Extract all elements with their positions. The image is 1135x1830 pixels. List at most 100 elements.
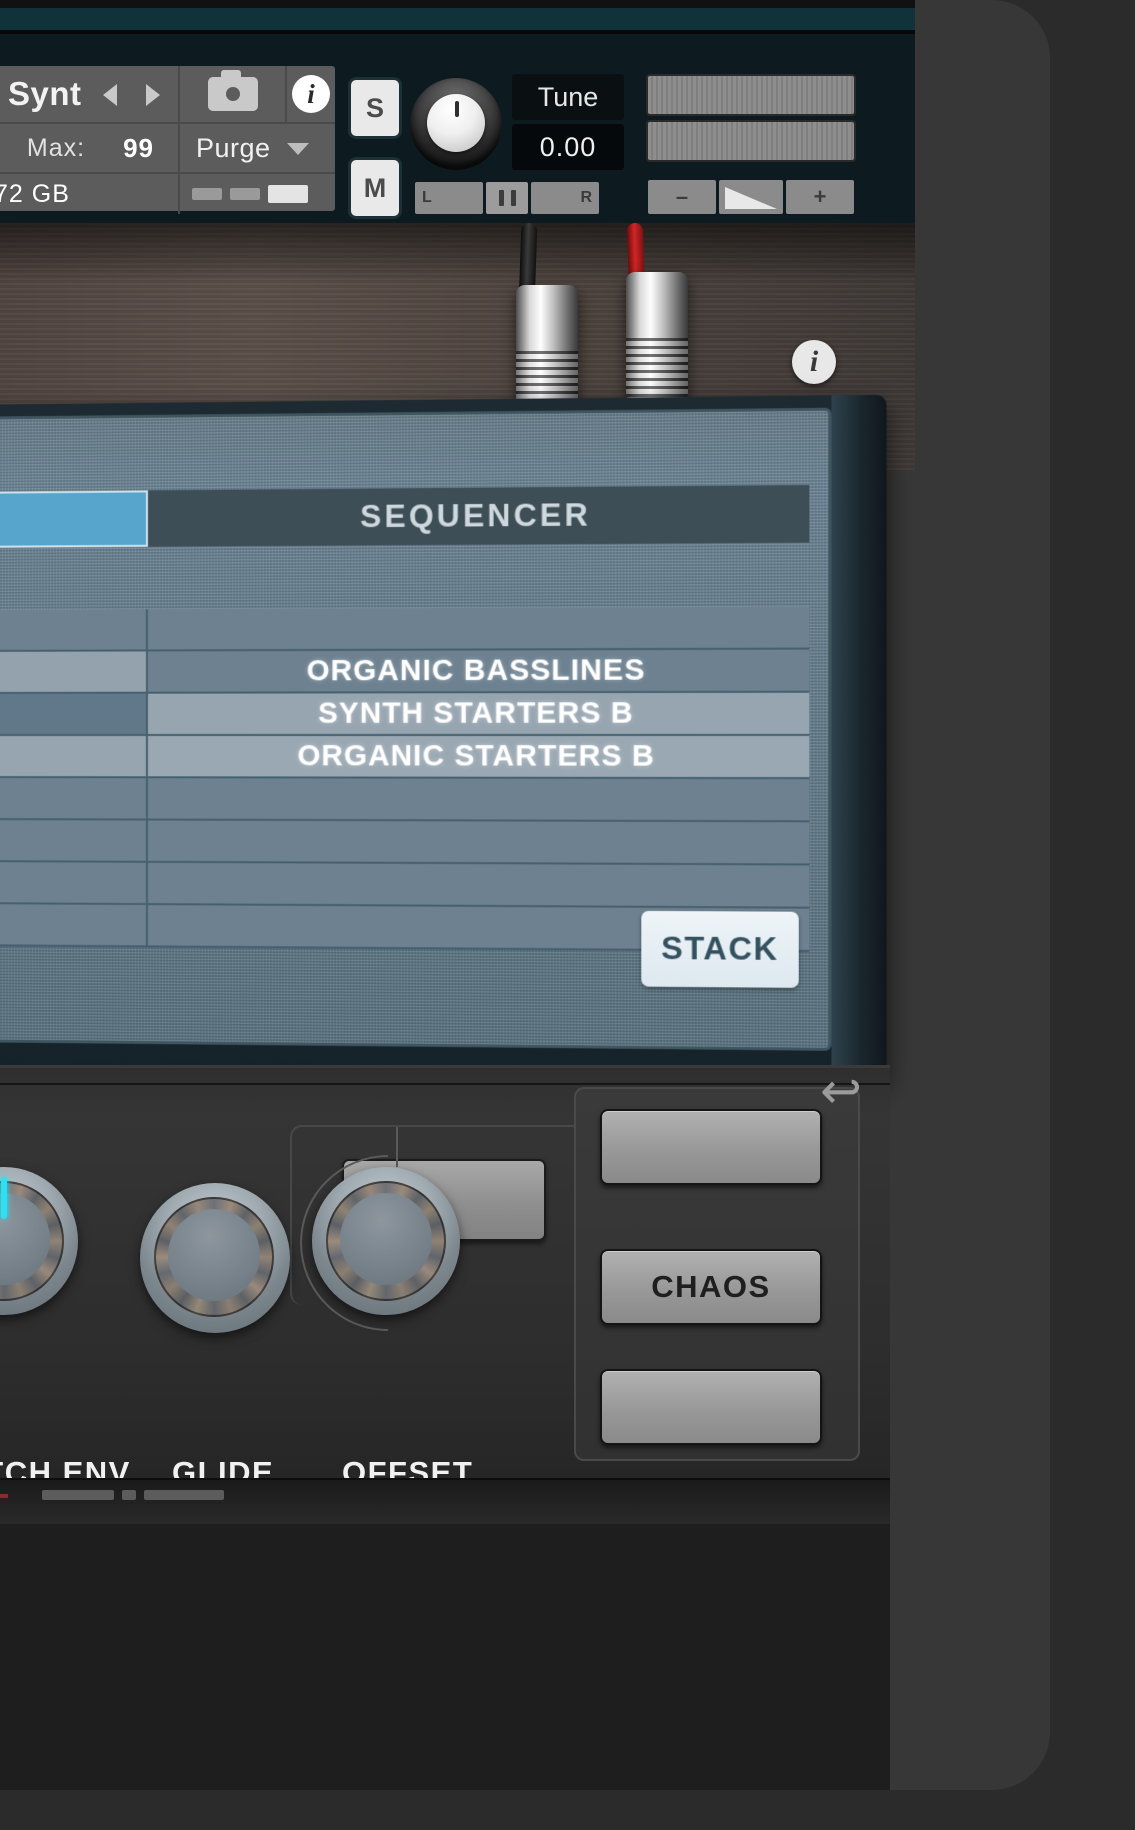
jack-rings <box>626 338 688 402</box>
instrument-info-block: Synt Max: 99 72 GB i Purge <box>0 66 335 214</box>
status-strip <box>0 1478 890 1526</box>
control-panel: PITCH ENV GLIDE OFFSET CHAOS <box>0 1065 890 1480</box>
chaos-panel: CHAOS <box>574 1087 860 1461</box>
volume-increase-button[interactable]: + <box>786 180 854 214</box>
instrument-info-button[interactable]: i <box>287 66 335 124</box>
max-value: 99 <box>123 132 154 163</box>
desk-shadow <box>0 223 915 283</box>
chaos-button[interactable]: CHAOS <box>600 1249 822 1325</box>
instrument-nav[interactable] <box>88 80 174 110</box>
sequencer-row[interactable] <box>0 820 810 866</box>
tune-label: Tune <box>537 81 599 112</box>
output-meter-left <box>648 76 854 114</box>
status-red-marker <box>0 1494 8 1498</box>
header-top-line <box>0 0 915 8</box>
screenshot-root: Synt Max: 99 72 GB i Purge S M Tune 0.00… <box>0 0 1135 1830</box>
sequencer-panel: SEQUENCER ORGANIC BASSLINES SYNTH STARTER… <box>0 394 887 1081</box>
volume-decrease-button[interactable]: – <box>648 180 716 214</box>
chaos-bottom-button[interactable] <box>600 1369 822 1445</box>
sequencer-row[interactable]: SYNTH STARTERS B <box>0 692 810 736</box>
sequencer-row-index-cell[interactable] <box>0 693 148 734</box>
tune-knob-pointer <box>455 101 459 117</box>
sequencer-row-label: ORGANIC BASSLINES <box>306 653 646 687</box>
pan-right-segment[interactable]: R <box>531 182 599 214</box>
header-black-band <box>0 30 915 34</box>
sequencer-title: SEQUENCER <box>360 497 591 535</box>
sequencer-row-name-cell[interactable]: ORGANIC BASSLINES <box>147 649 810 692</box>
pan-control[interactable]: L R <box>415 182 625 214</box>
memory-value: 72 GB <box>0 179 70 208</box>
tune-knob-cap <box>427 94 485 152</box>
purge-menu[interactable]: Purge <box>180 124 335 174</box>
pan-center-segment[interactable] <box>486 182 528 214</box>
sequencer-row-name-cell[interactable]: SYNTH STARTERS B <box>147 692 810 734</box>
meter-segment <box>268 185 308 203</box>
knob-group: PITCH ENV GLIDE OFFSET <box>0 1118 594 1480</box>
pan-right-label: R <box>580 189 592 206</box>
voice-meter <box>180 174 347 214</box>
sequencer-row-index-cell[interactable] <box>0 609 148 650</box>
sequencer-row-name-cell[interactable] <box>147 778 810 821</box>
cable-jack-right <box>626 272 688 402</box>
panel-divider <box>0 1083 890 1085</box>
info-icon: i <box>292 75 330 113</box>
tune-knob[interactable] <box>410 78 502 170</box>
arrow-left-icon[interactable] <box>102 84 117 106</box>
sequencer-row-name-cell[interactable]: ORGANIC STARTERS B <box>147 735 810 778</box>
lower-dark-area <box>0 1524 890 1790</box>
sequencer-row[interactable]: ORGANIC STARTERS B <box>0 735 810 780</box>
meter-segment <box>230 188 260 200</box>
cable-jack-left <box>516 285 578 415</box>
glide-knob[interactable] <box>140 1183 290 1333</box>
knob-indicator-led <box>1 1177 7 1219</box>
undo-arrow-icon[interactable]: ↩ <box>820 1066 866 1116</box>
knob-face <box>340 1193 432 1285</box>
solo-button[interactable]: S <box>351 80 399 136</box>
sequencer-row-index-cell[interactable] <box>0 735 148 777</box>
sequencer-active-tab[interactable] <box>0 490 148 548</box>
pan-handle-icon <box>510 190 516 206</box>
panel-info-icon[interactable]: i <box>792 340 836 384</box>
pan-left-label: L <box>422 189 432 206</box>
pan-left-segment[interactable]: L <box>415 182 483 214</box>
sequencer-row-name-cell[interactable] <box>147 606 810 650</box>
sequencer-title-cell: SEQUENCER <box>147 485 810 547</box>
offset-label: OFFSET <box>342 1455 474 1480</box>
pitch-env-knob[interactable] <box>0 1167 78 1315</box>
camera-icon <box>207 70 258 111</box>
memory-row: 72 GB <box>0 174 180 214</box>
snapshot-button[interactable] <box>180 66 287 124</box>
chaos-top-button[interactable] <box>600 1109 822 1185</box>
volume-slider[interactable] <box>719 180 783 214</box>
arrow-right-icon[interactable] <box>145 84 160 106</box>
purge-label: Purge <box>196 132 271 163</box>
sequencer-row-label: ORGANIC STARTERS B <box>297 739 655 773</box>
sequencer-row[interactable]: ORGANIC BASSLINES <box>0 649 810 694</box>
sequencer-row[interactable] <box>0 778 810 823</box>
sequencer-screen: SEQUENCER ORGANIC BASSLINES SYNTH STARTER… <box>0 407 832 1051</box>
sequencer-row-name-cell[interactable] <box>147 820 810 864</box>
tune-value: 0.00 <box>539 131 597 162</box>
pan-handle-icon <box>498 190 504 206</box>
sequencer-row-index-cell[interactable] <box>0 778 148 819</box>
offset-knob[interactable] <box>312 1167 460 1315</box>
volume-control[interactable]: – + <box>648 180 854 214</box>
knob-face <box>168 1209 260 1301</box>
sequencer-panel-edge <box>831 394 887 1081</box>
output-meter-right <box>648 122 854 160</box>
status-segment <box>144 1490 224 1500</box>
sequencer-row-index-cell[interactable] <box>0 651 148 692</box>
sequencer-row-index-cell[interactable] <box>0 820 148 861</box>
sequencer-row[interactable] <box>0 606 810 652</box>
mute-button[interactable]: M <box>351 160 399 216</box>
stack-button[interactable]: STACK <box>641 910 799 988</box>
chevron-down-icon <box>287 143 309 155</box>
tune-value-field[interactable]: 0.00 <box>512 124 624 170</box>
plugin-window: Synt Max: 99 72 GB i Purge S M Tune 0.00… <box>0 0 1050 1790</box>
pitch-env-label: PITCH ENV <box>0 1455 131 1480</box>
meter-segment <box>192 188 222 200</box>
voices-max-row: Max: 99 <box>0 124 180 174</box>
sequencer-row-label: SYNTH STARTERS B <box>318 696 634 730</box>
max-label: Max: <box>26 133 86 162</box>
status-segment <box>42 1490 114 1500</box>
